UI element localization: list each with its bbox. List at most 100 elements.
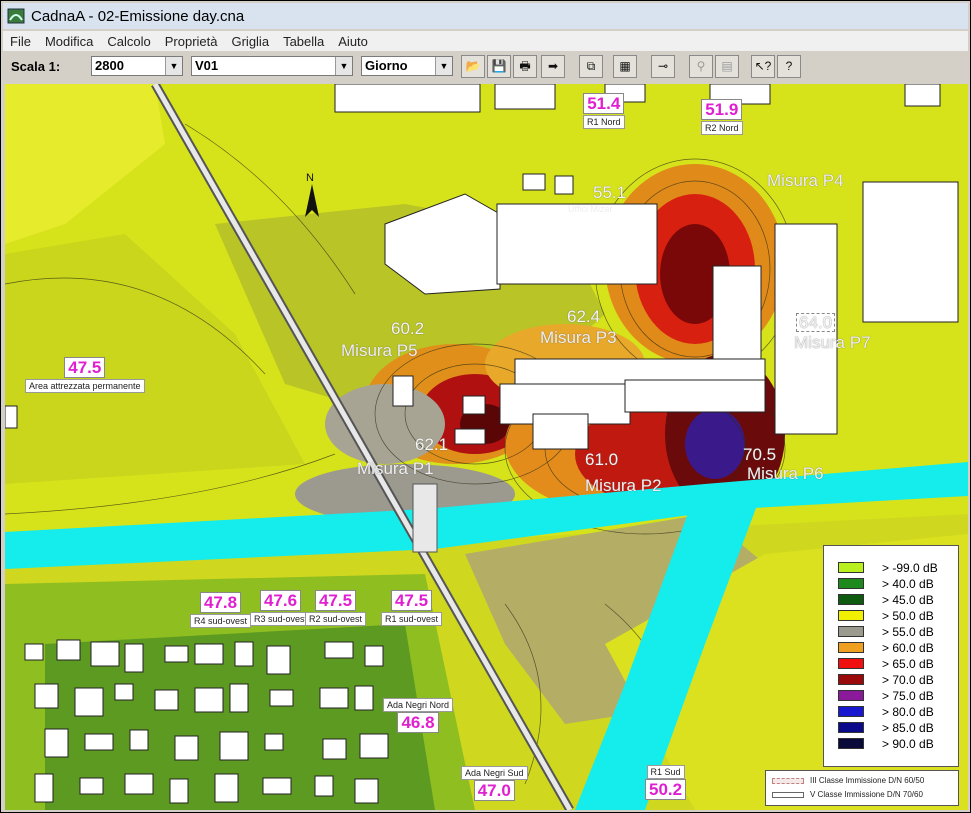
legend-label: > 45.0 dB <box>882 592 934 607</box>
menu-modifica[interactable]: Modifica <box>38 34 100 49</box>
house-building <box>322 738 347 760</box>
house-building <box>264 733 284 751</box>
pin-button[interactable]: ⊸ <box>651 55 675 78</box>
house-building <box>79 777 104 795</box>
legend-swatch <box>838 674 864 685</box>
house-building <box>56 639 81 661</box>
legend-swatch <box>838 690 864 701</box>
house-building <box>314 775 334 797</box>
chevron-down-icon[interactable]: ▼ <box>165 57 182 75</box>
help-cursor-button[interactable]: ↖? <box>751 55 775 78</box>
house-building <box>154 689 179 711</box>
copy-button[interactable]: ⧉ <box>579 55 603 78</box>
scale-select[interactable]: 2800 ▼ <box>91 56 183 76</box>
zoom-button[interactable]: ⚲ <box>689 55 713 78</box>
calculator-icon: ▦ <box>619 59 631 73</box>
receiver-r2-sud-ovest[interactable]: 47.5 R2 sud-ovest <box>305 590 367 626</box>
receiver-r3-sud-ovest[interactable]: 47.6 R3 sud-ovest <box>250 590 312 626</box>
legend-label: > -99.0 dB <box>882 560 938 575</box>
house-building <box>219 731 249 761</box>
house-building <box>169 778 189 804</box>
legend-label: > 50.0 dB <box>882 608 934 623</box>
receiver-name: Ada Negri Sud <box>461 766 528 780</box>
noise-map-view[interactable]: N Uffici Mizar 51.4 R1 Nord 51.9 R2 Nord… <box>5 84 968 810</box>
measure-p2-label: Misura P2 <box>585 476 662 495</box>
measure-p1-label: Misura P1 <box>357 459 434 478</box>
open-button[interactable]: 📂 <box>461 55 485 78</box>
receiver-name: R1 sud-ovest <box>381 612 443 626</box>
measure-p5-label: Misura P5 <box>341 341 418 360</box>
legend-swatch <box>838 738 864 749</box>
menu-calcolo[interactable]: Calcolo <box>100 34 157 49</box>
receiver-r1-sud[interactable]: 50.2 R1 Sud <box>645 764 687 800</box>
receiver-name: R4 sud-ovest <box>190 614 252 628</box>
house-building <box>324 641 354 659</box>
chevron-down-icon[interactable]: ▼ <box>435 57 452 75</box>
receiver-value: 47.5 <box>314 590 357 611</box>
legend-swatch <box>838 594 864 605</box>
legend-item: > 80.0 dB <box>838 704 934 719</box>
house-building <box>24 643 44 661</box>
receiver-ada-negri-sud[interactable]: 47.0 Ada Negri Sud <box>461 765 528 801</box>
receiver-r4-sud-ovest[interactable]: 47.8 R4 sud-ovest <box>190 592 252 628</box>
house-building <box>234 641 254 667</box>
measure-p4-value: 55.1 <box>593 183 627 202</box>
receiver-value: 51.9 <box>701 99 743 120</box>
pin-icon: ⊸ <box>657 59 669 73</box>
legend-item: > 65.0 dB <box>838 656 934 671</box>
receiver-r1-sud-ovest[interactable]: 47.5 R1 sud-ovest <box>381 590 443 626</box>
class-legend-item: V Classe Immissione D/N 70/60 <box>772 790 923 799</box>
chevron-down-icon[interactable]: ▼ <box>335 57 352 75</box>
receiver-value: 46.8 <box>397 712 439 733</box>
receiver-name: R3 sud-ovest <box>250 612 312 626</box>
variant-select[interactable]: V01 ▼ <box>191 56 353 76</box>
export-button[interactable]: ➡ <box>541 55 565 78</box>
receiver-r1-nord[interactable]: 51.4 R1 Nord <box>583 93 625 129</box>
legend-item: > 75.0 dB <box>838 688 934 703</box>
measure-p7-value: 64.0 <box>796 313 836 332</box>
class-line-swatch <box>772 791 804 798</box>
house-building <box>124 643 144 673</box>
legend-item: > 70.0 dB <box>838 672 934 687</box>
save-button[interactable]: 💾 <box>487 55 511 78</box>
house-building <box>266 645 291 675</box>
period-value: Giorno <box>365 58 408 73</box>
variant-value: V01 <box>195 58 219 73</box>
cadnaa-app-icon <box>7 8 25 24</box>
menu-griglia[interactable]: Griglia <box>224 34 276 49</box>
house-building <box>354 778 379 804</box>
legend-item: > 50.0 dB <box>838 608 934 623</box>
menu-aiuto[interactable]: Aiuto <box>331 34 375 49</box>
legend-label: > 55.0 dB <box>882 624 934 639</box>
period-select[interactable]: Giorno ▼ <box>361 56 453 76</box>
receiver-name: Ada Negri Nord <box>383 698 454 712</box>
house-building <box>34 683 59 709</box>
measure-p6-value: 70.5 <box>743 445 777 464</box>
menu-tabella[interactable]: Tabella <box>276 34 331 49</box>
print-button[interactable]: 🖶 <box>513 55 537 78</box>
legend-swatch <box>838 578 864 589</box>
help-button[interactable]: ? <box>777 55 801 78</box>
legend-swatch <box>838 658 864 669</box>
legend-item: > 90.0 dB <box>838 736 934 751</box>
legend-label: > 40.0 dB <box>882 576 934 591</box>
legend-swatch <box>838 642 864 653</box>
measure-p3-value: 62.4 <box>567 307 601 326</box>
menu-file[interactable]: File <box>3 34 38 49</box>
menu-proprieta[interactable]: Proprietà <box>158 34 225 49</box>
print-icon: 🖶 <box>519 59 531 73</box>
grid-button[interactable]: ▤ <box>715 55 739 78</box>
scale-label: Scala 1: <box>11 59 61 74</box>
receiver-r2-nord[interactable]: 51.9 R2 Nord <box>701 99 743 135</box>
class-line-swatch <box>772 777 804 784</box>
house-building <box>174 735 199 761</box>
house-building <box>74 687 104 717</box>
grid-icon: ▤ <box>721 59 733 73</box>
receiver-area-attrezzata[interactable]: 47.5 Area attrezzata permanente <box>25 357 145 393</box>
legend-swatch <box>838 626 864 637</box>
legend-label: > 75.0 dB <box>882 688 934 703</box>
class-legend-label: III Classe Immissione D/N 60/50 <box>810 776 925 785</box>
receiver-ada-negri-nord[interactable]: 46.8 Ada Negri Nord <box>383 697 454 733</box>
receiver-name: R1 Nord <box>583 115 625 129</box>
calculator-button[interactable]: ▦ <box>613 55 637 78</box>
